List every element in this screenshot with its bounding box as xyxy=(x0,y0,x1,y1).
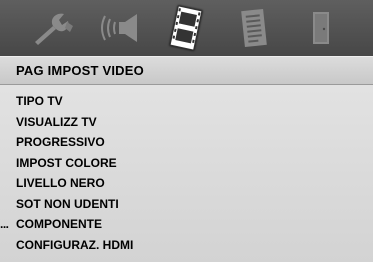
menu-item-configuraz-hdmi[interactable]: CONFIGURAZ. HDMI xyxy=(0,235,133,256)
setup-tab-bar xyxy=(0,0,373,56)
menu-item-label: IMPOST COLORE xyxy=(16,155,117,170)
menu-item-componente[interactable]: ... COMPONENTE xyxy=(0,214,133,235)
wrench-icon xyxy=(29,8,75,48)
menu-item-label: SOT NON UDENTI xyxy=(16,196,119,211)
tab-audio-setup[interactable] xyxy=(94,3,144,53)
tab-video-setup[interactable] xyxy=(161,3,211,53)
menu-item-progressivo[interactable]: PROGRESSIVO xyxy=(0,132,133,153)
menu-item-label: CONFIGURAZ. HDMI xyxy=(16,237,134,252)
tab-exit[interactable] xyxy=(296,3,346,53)
menu-item-tipo-tv[interactable]: TIPO TV xyxy=(0,91,133,112)
selection-marker: ... xyxy=(0,217,9,231)
menu-item-label: PROGRESSIVO xyxy=(16,135,105,149)
page-title-text: PAG IMPOST VIDEO xyxy=(16,63,144,78)
speaker-icon xyxy=(97,8,141,48)
menu-item-livello-nero[interactable]: LIVELLO NERO xyxy=(0,173,133,194)
tab-preference-setup[interactable] xyxy=(229,3,279,53)
page-title: PAG IMPOST VIDEO xyxy=(0,56,373,85)
menu-item-sot-non-udenti[interactable]: SOT NON UDENTI xyxy=(0,194,133,215)
menu-item-visualizz-tv[interactable]: VISUALIZZ TV xyxy=(0,112,133,133)
film-icon xyxy=(165,5,207,51)
menu-item-impost-colore[interactable]: IMPOST COLORE xyxy=(0,153,133,174)
door-icon xyxy=(308,8,334,48)
menu-item-label: VISUALIZZ TV xyxy=(16,114,97,129)
dvd-setup-screen: PAG IMPOST VIDEO TIPO TV VISUALIZZ TV PR… xyxy=(0,0,373,262)
document-icon xyxy=(237,7,271,49)
menu-item-label: COMPONENTE xyxy=(16,217,103,231)
menu-item-label: LIVELLO NERO xyxy=(16,176,105,190)
tab-general-setup[interactable] xyxy=(27,3,77,53)
video-setup-menu: TIPO TV VISUALIZZ TV PROGRESSIVO IMPOST … xyxy=(0,85,373,262)
menu-item-label: TIPO TV xyxy=(16,94,63,108)
